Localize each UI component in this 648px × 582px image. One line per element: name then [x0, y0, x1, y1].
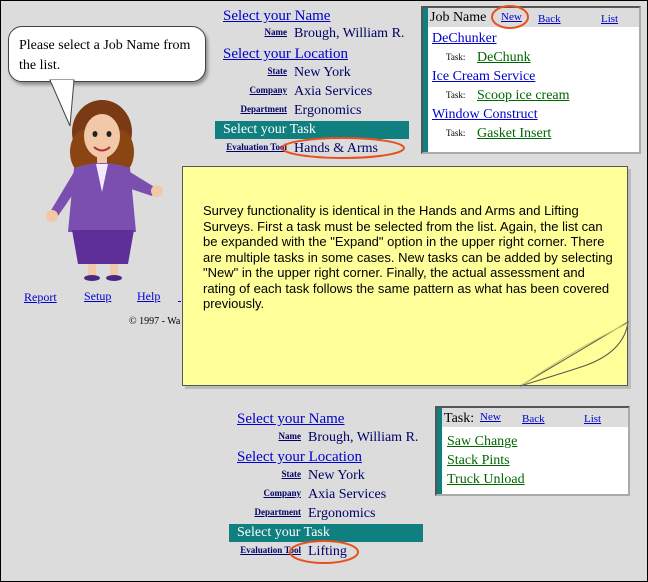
- copyright-text: © 1997 - Wa: [129, 316, 181, 327]
- select-name-link[interactable]: Select your Name: [237, 411, 344, 427]
- setup-link[interactable]: Setup: [84, 289, 111, 304]
- department-value: Ergonomics: [308, 506, 376, 521]
- instruction-note-text: Survey functionality is identical in the…: [203, 203, 613, 311]
- back-link[interactable]: Back: [522, 413, 545, 425]
- name-label: Name: [278, 431, 302, 441]
- job-name-header-label: Job Name: [430, 10, 487, 25]
- task-label: Task:: [446, 90, 466, 100]
- help-link[interactable]: Help: [137, 289, 160, 304]
- task-item-saw-change[interactable]: Saw Change: [447, 434, 517, 450]
- job-name-list: Job Name New Back List DeChunker Task: D…: [421, 6, 641, 154]
- department-label: Department: [254, 507, 302, 517]
- select-task-bar[interactable]: Select your Task: [229, 524, 423, 542]
- select-location-link[interactable]: Select your Location: [237, 449, 362, 465]
- department-label: Department: [240, 104, 288, 114]
- job-item-window-construct[interactable]: Window Construct: [432, 107, 538, 123]
- assistant-avatar: [46, 100, 163, 281]
- task-item-truck-unload[interactable]: Truck Unload: [447, 472, 525, 488]
- company-label: Company: [263, 488, 301, 498]
- name-value: Brough, William R.: [308, 430, 419, 445]
- new-task-link[interactable]: New: [480, 411, 501, 423]
- state-value: New York: [308, 468, 365, 483]
- report-link[interactable]: Report: [24, 290, 57, 305]
- task-label: Task:: [446, 128, 466, 138]
- company-label: Company: [249, 85, 287, 95]
- evaluation-tool-value[interactable]: Hands & Arms: [294, 141, 378, 157]
- task-item-dechunk[interactable]: DeChunk: [477, 50, 531, 66]
- department-value: Ergonomics: [294, 103, 362, 118]
- task-item-scoop-ice-cream[interactable]: Scoop ice cream: [477, 88, 570, 104]
- evaluation-tool-label: Evaluation Tool: [240, 545, 301, 555]
- state-label: State: [267, 66, 288, 76]
- name-label: Name: [264, 27, 288, 37]
- task-item-stack-pints[interactable]: Stack Pints: [447, 453, 510, 469]
- list-header: Task: New Back List: [442, 408, 628, 427]
- list-strip: [423, 8, 428, 152]
- task-list: Task: New Back List Saw Change Stack Pin…: [435, 406, 630, 496]
- task-item-gasket-insert[interactable]: Gasket Insert: [477, 126, 551, 142]
- page-curl-icon: [519, 321, 629, 387]
- job-item-dechunker[interactable]: DeChunker: [432, 31, 497, 47]
- task-label: Task:: [446, 52, 466, 62]
- select-name-link[interactable]: Select your Name: [223, 8, 330, 24]
- list-link[interactable]: List: [584, 413, 601, 425]
- state-value: New York: [294, 65, 351, 80]
- company-value: Axia Services: [308, 487, 387, 502]
- state-label: State: [281, 469, 302, 479]
- list-header: Job Name New Back List: [428, 8, 639, 27]
- back-link[interactable]: Back: [538, 13, 561, 25]
- hidden-link-fragment[interactable]: [178, 289, 181, 304]
- job-item-ice-cream-service[interactable]: Ice Cream Service: [432, 69, 535, 85]
- select-location-link[interactable]: Select your Location: [223, 46, 348, 62]
- evaluation-tool-value[interactable]: Lifting: [308, 544, 347, 560]
- select-task-bar[interactable]: Select your Task: [215, 121, 409, 139]
- task-header-label: Task:: [444, 411, 475, 426]
- new-job-link[interactable]: New: [501, 11, 522, 23]
- bubble-text: Please select a Job Name from the list.: [19, 38, 191, 73]
- evaluation-tool-label: Evaluation Tool: [226, 142, 287, 152]
- list-link[interactable]: List: [601, 13, 618, 25]
- speech-bubble: Please select a Job Name from the list.: [8, 26, 206, 82]
- name-value: Brough, William R.: [294, 26, 405, 41]
- company-value: Axia Services: [294, 84, 373, 99]
